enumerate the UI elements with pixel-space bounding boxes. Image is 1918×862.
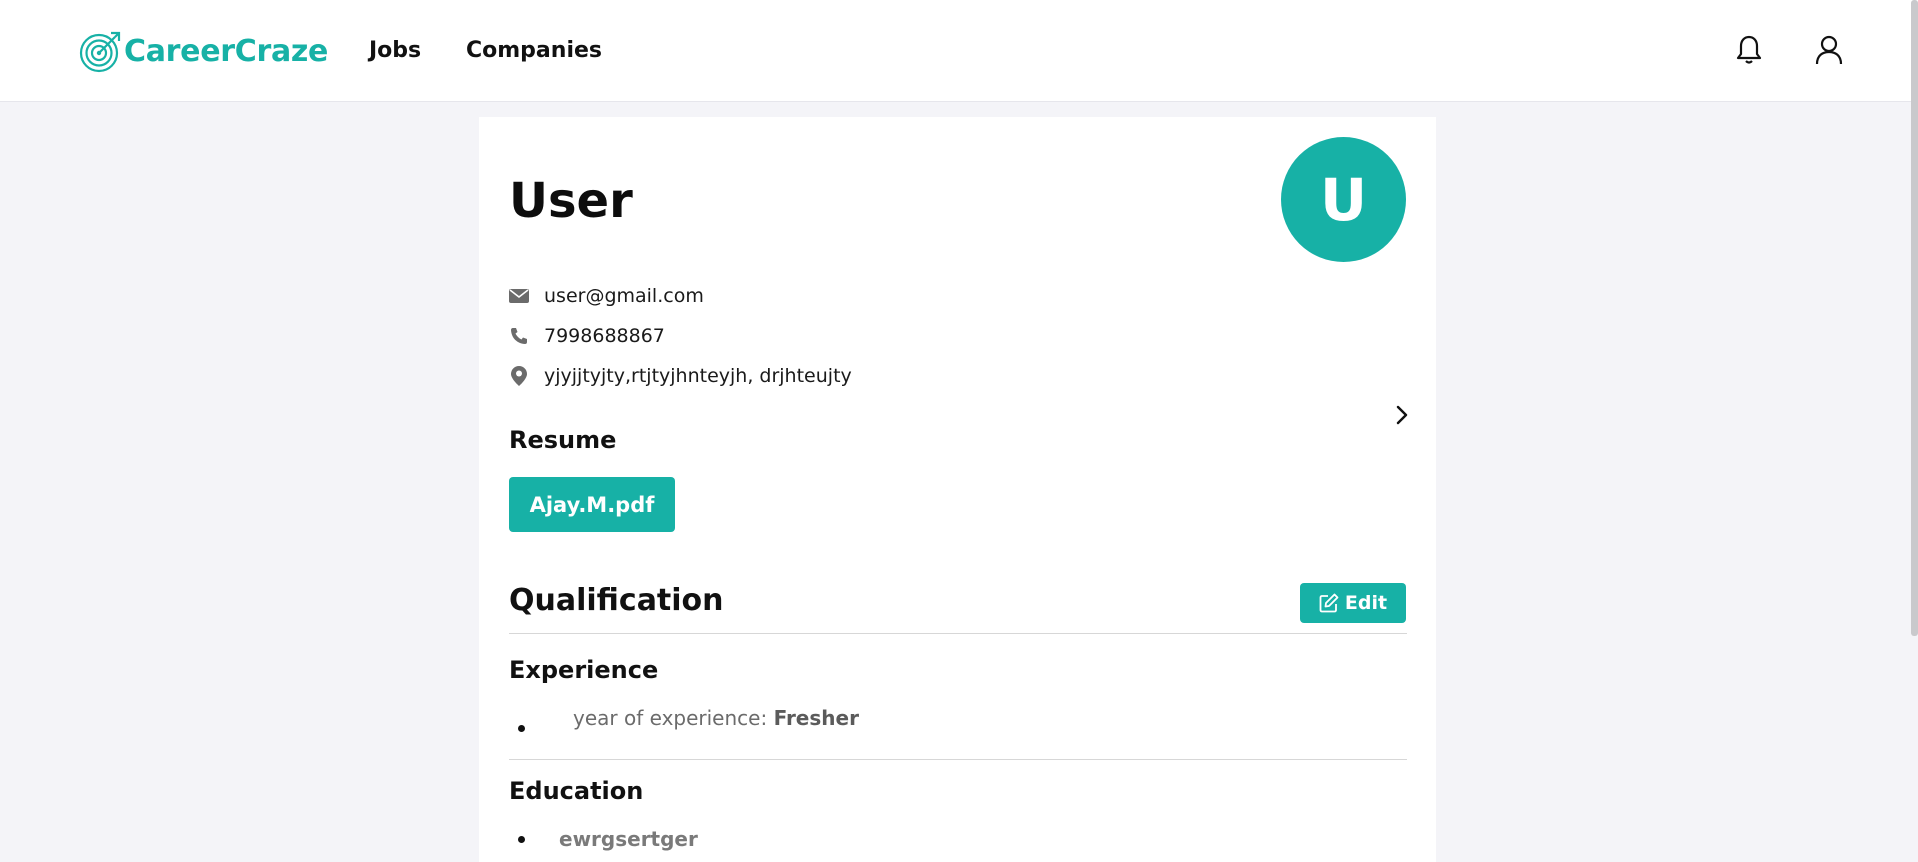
section-divider (509, 633, 1407, 634)
map-pin-icon (509, 366, 529, 386)
pencil-square-icon (1319, 593, 1339, 613)
experience-heading: Experience (509, 656, 659, 684)
experience-item: year of experience: Fresher (573, 706, 859, 730)
experience-label: year of experience: (573, 706, 774, 730)
list-bullet (518, 725, 525, 732)
nav-jobs-link[interactable]: Jobs (369, 38, 421, 63)
resume-heading: Resume (509, 426, 617, 454)
phone-row: 7998688867 (509, 325, 665, 347)
bell-icon[interactable] (1731, 32, 1767, 68)
edit-qualification-button[interactable]: Edit (1300, 583, 1406, 623)
resume-file-button[interactable]: Ajay.M.pdf (509, 477, 675, 532)
target-logo-icon (79, 31, 121, 73)
email-row: user@gmail.com (509, 285, 704, 307)
page-scrollbar[interactable] (1911, 0, 1918, 636)
top-navbar: CareerCraze Jobs Companies (0, 0, 1918, 102)
phone-icon (509, 326, 529, 346)
email-text: user@gmail.com (544, 285, 704, 307)
nav-companies-link[interactable]: Companies (466, 38, 602, 63)
phone-text: 7998688867 (544, 325, 665, 347)
profile-card: User U user@gmail.com 7998688867 yjyjjty… (479, 117, 1436, 862)
edit-label: Edit (1344, 592, 1388, 614)
education-item: ewrgsertger (559, 827, 698, 851)
education-heading: Education (509, 777, 644, 805)
chevron-right-icon[interactable] (1390, 403, 1414, 427)
envelope-icon (509, 286, 529, 306)
avatar: U (1281, 137, 1406, 262)
experience-value: Fresher (773, 706, 859, 730)
section-divider (509, 759, 1407, 760)
user-icon[interactable] (1811, 32, 1847, 68)
brand-name: CareerCraze (124, 33, 329, 69)
list-bullet (518, 836, 525, 843)
brand-logo[interactable]: CareerCraze (78, 28, 328, 74)
qualification-heading: Qualification (509, 583, 724, 618)
profile-name: User (509, 173, 633, 229)
location-row: yjyjjtyjty,rtjtyjhnteyjh, drjhteujty (509, 365, 852, 387)
address-text: yjyjjtyjty,rtjtyjhnteyjh, drjhteujty (544, 365, 852, 387)
